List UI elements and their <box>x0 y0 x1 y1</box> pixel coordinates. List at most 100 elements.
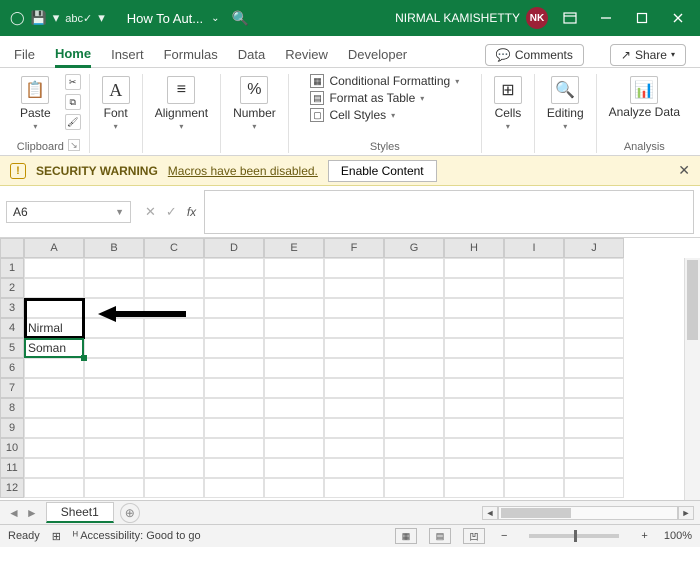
cell[interactable] <box>444 398 504 418</box>
zoom-in-button[interactable]: + <box>637 530 651 542</box>
cell[interactable] <box>564 318 624 338</box>
row-header[interactable]: 7 <box>0 378 24 398</box>
column-header[interactable]: A <box>24 238 84 258</box>
number-button[interactable]: %Number▾ <box>229 74 280 133</box>
vertical-scrollbar[interactable] <box>684 258 700 500</box>
cell[interactable] <box>204 258 264 278</box>
format-as-table-button[interactable]: ▤Format as Table ▾ <box>310 91 459 105</box>
search-icon[interactable]: 🔍 <box>232 10 249 27</box>
cell[interactable] <box>324 418 384 438</box>
cell[interactable] <box>144 398 204 418</box>
cell[interactable] <box>564 458 624 478</box>
cell[interactable] <box>384 398 444 418</box>
cell[interactable] <box>24 378 84 398</box>
cell[interactable] <box>24 278 84 298</box>
scrollbar-track[interactable] <box>498 506 678 520</box>
cell[interactable] <box>384 358 444 378</box>
paste-button[interactable]: 📋 Paste ▾ <box>16 74 55 133</box>
spellcheck-icon[interactable]: abc✓ <box>65 12 92 25</box>
cell[interactable] <box>504 398 564 418</box>
cell[interactable] <box>144 258 204 278</box>
cell[interactable] <box>84 298 144 318</box>
cell[interactable] <box>144 438 204 458</box>
cell[interactable] <box>204 318 264 338</box>
account-area[interactable]: NIRMAL KAMISHETTY NK <box>395 7 548 29</box>
tab-insert[interactable]: Insert <box>111 43 144 66</box>
cell[interactable] <box>264 418 324 438</box>
cell[interactable] <box>564 278 624 298</box>
accessibility-status[interactable]: ᴴ Accessibility: Good to go <box>73 530 201 542</box>
cell[interactable] <box>564 438 624 458</box>
cell[interactable] <box>444 438 504 458</box>
cell[interactable] <box>384 318 444 338</box>
cell[interactable]: Soman <box>24 338 84 358</box>
cell[interactable] <box>264 298 324 318</box>
warning-text[interactable]: Macros have been disabled. <box>168 164 318 178</box>
cell[interactable] <box>144 338 204 358</box>
sheet-nav[interactable]: ◄► <box>0 506 46 520</box>
cell[interactable] <box>144 298 204 318</box>
cell[interactable] <box>84 418 144 438</box>
cell[interactable] <box>204 278 264 298</box>
cell[interactable] <box>204 358 264 378</box>
cell[interactable] <box>564 418 624 438</box>
cell[interactable] <box>264 378 324 398</box>
close-icon[interactable]: ✕ <box>678 162 690 179</box>
share-button[interactable]: ↗Share▾ <box>610 44 686 66</box>
cell[interactable] <box>84 358 144 378</box>
enable-content-button[interactable]: Enable Content <box>328 160 437 182</box>
cell[interactable] <box>324 438 384 458</box>
cell-styles-button[interactable]: ▢Cell Styles ▾ <box>310 108 459 122</box>
next-sheet-icon[interactable]: ► <box>26 506 38 520</box>
cell[interactable] <box>384 278 444 298</box>
cell[interactable] <box>384 338 444 358</box>
row-header[interactable]: 4 <box>0 318 24 338</box>
scrollbar-thumb[interactable] <box>687 260 698 340</box>
column-header[interactable]: F <box>324 238 384 258</box>
cell[interactable] <box>84 338 144 358</box>
cell[interactable] <box>264 278 324 298</box>
cell[interactable] <box>504 318 564 338</box>
chevron-down-icon[interactable]: ▼ <box>115 207 124 217</box>
conditional-formatting-button[interactable]: ▦Conditional Formatting ▾ <box>310 74 459 88</box>
close-button[interactable] <box>660 0 696 36</box>
column-header[interactable]: D <box>204 238 264 258</box>
cell[interactable] <box>504 438 564 458</box>
tab-review[interactable]: Review <box>285 43 328 66</box>
cell[interactable] <box>24 398 84 418</box>
scrollbar-thumb[interactable] <box>501 508 571 518</box>
cell[interactable] <box>444 298 504 318</box>
cell[interactable] <box>144 318 204 338</box>
cell[interactable] <box>384 298 444 318</box>
cell[interactable] <box>24 258 84 278</box>
cell[interactable] <box>24 458 84 478</box>
cell[interactable] <box>84 458 144 478</box>
cell[interactable] <box>204 438 264 458</box>
cell[interactable] <box>84 378 144 398</box>
cell[interactable] <box>264 338 324 358</box>
cell[interactable] <box>24 478 84 498</box>
cell[interactable] <box>444 378 504 398</box>
cell[interactable] <box>444 458 504 478</box>
copy-icon[interactable]: ⧉ <box>65 94 81 110</box>
column-header[interactable]: H <box>444 238 504 258</box>
cell[interactable] <box>24 418 84 438</box>
cell[interactable] <box>264 258 324 278</box>
tab-developer[interactable]: Developer <box>348 43 407 66</box>
cell[interactable] <box>264 358 324 378</box>
analyze-data-button[interactable]: 📊Analyze Data <box>605 74 684 121</box>
cell[interactable] <box>324 338 384 358</box>
zoom-out-button[interactable]: − <box>497 530 511 542</box>
select-all-corner[interactable] <box>0 238 24 258</box>
cell[interactable] <box>504 418 564 438</box>
format-painter-icon[interactable]: 🖌 <box>65 114 81 130</box>
cell[interactable]: Nirmal <box>24 318 84 338</box>
normal-view-icon[interactable]: ▦ <box>395 528 417 544</box>
cell[interactable] <box>264 458 324 478</box>
document-title[interactable]: How To Aut... ⌄ <box>127 11 220 26</box>
cell[interactable] <box>84 438 144 458</box>
minimize-button[interactable] <box>588 0 624 36</box>
row-header[interactable]: 9 <box>0 418 24 438</box>
cell[interactable] <box>444 478 504 498</box>
cell[interactable] <box>444 278 504 298</box>
